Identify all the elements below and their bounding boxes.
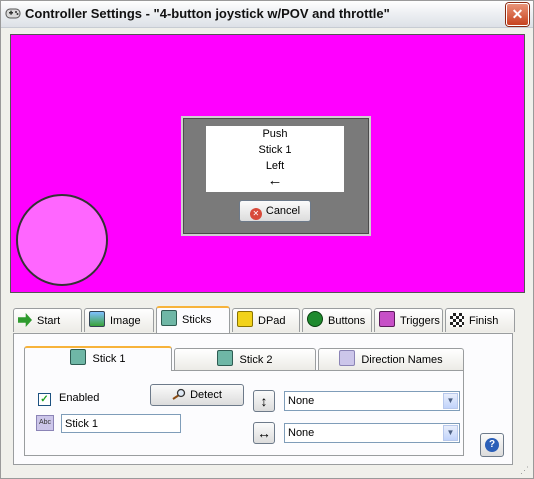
subtab-direction-names[interactable]: Direction Names	[318, 348, 464, 370]
vertical-axis-select[interactable]: None ▼	[284, 391, 460, 411]
detect-prompt: Push Stick 1 Left ←	[206, 126, 344, 192]
sticks-panel: Stick 1 Stick 2 Direction Names ✓ Enable…	[13, 333, 513, 465]
tab-finish-label: Finish	[469, 315, 499, 327]
joystick-icon	[70, 349, 87, 365]
controller-settings-window: Controller Settings - "4-button joystick…	[0, 0, 534, 479]
horizontal-axis-select[interactable]: None ▼	[284, 423, 460, 443]
button-icon	[307, 311, 323, 327]
tab-image[interactable]: Image	[84, 308, 154, 332]
subtab-stick-2-label: Stick 2	[239, 354, 273, 366]
dpad-icon	[237, 311, 253, 327]
horizontal-axis-value: None	[288, 427, 315, 439]
stick-indicator-circle	[16, 194, 108, 286]
abc-icon: Abc	[36, 415, 54, 431]
cancel-button[interactable]: ✕ Cancel	[239, 200, 311, 222]
prompt-line-stick: Stick 1	[258, 144, 292, 156]
cancel-icon: ✕	[249, 208, 262, 220]
resize-grip-icon[interactable]: ⋰	[520, 465, 530, 475]
subtab-stick-2[interactable]: Stick 2	[174, 348, 316, 370]
chevron-down-icon[interactable]: ▼	[443, 425, 458, 441]
magnifier-icon	[172, 388, 186, 400]
enabled-label: Enabled	[59, 392, 100, 404]
tab-sticks-label: Sticks	[182, 314, 212, 326]
controller-preview-canvas[interactable]: Push Stick 1 Left ← ✕ Cancel	[10, 34, 525, 293]
title-bar: Controller Settings - "4-button joystick…	[1, 1, 533, 28]
tab-image-label: Image	[110, 315, 141, 327]
detect-prompt-dialog: Push Stick 1 Left ← ✕ Cancel	[181, 116, 371, 236]
stick-1-settings: ✓ Enabled Detect Abc ↕ None ▼ ↔ None ▼	[24, 370, 464, 456]
help-icon: ?	[485, 438, 499, 452]
abc-icon	[339, 350, 356, 366]
tab-start-label: Start	[37, 315, 61, 327]
window-title: Controller Settings - "4-button joystick…	[25, 6, 390, 21]
tab-buttons[interactable]: Buttons	[302, 308, 372, 332]
tab-triggers[interactable]: Triggers	[374, 308, 443, 332]
horizontal-axis-icon[interactable]: ↔	[253, 422, 275, 444]
cancel-label: Cancel	[265, 205, 301, 217]
close-button[interactable]: ✕	[506, 3, 529, 26]
chevron-down-icon[interactable]: ▼	[443, 393, 458, 409]
enabled-checkbox[interactable]: ✓	[38, 393, 51, 406]
arrow-right-icon	[18, 313, 32, 327]
tab-start[interactable]: Start	[13, 308, 82, 332]
joystick-icon	[161, 310, 177, 326]
subtab-stick-1-label: Stick 1	[92, 353, 126, 365]
detect-label: Detect	[190, 389, 222, 401]
tab-buttons-label: Buttons	[328, 315, 366, 327]
stick-name-input[interactable]	[61, 414, 181, 433]
gamepad-icon	[5, 8, 21, 19]
tab-dpad[interactable]: DPad	[232, 308, 300, 332]
prompt-line-action: Push	[262, 128, 288, 140]
help-button[interactable]: ?	[480, 433, 504, 457]
joystick-icon	[217, 350, 234, 366]
left-arrow-icon: ←	[267, 172, 283, 189]
vertical-axis-icon[interactable]: ↕	[253, 390, 275, 412]
tab-dpad-label: DPad	[258, 315, 286, 327]
subtab-stick-1[interactable]: Stick 1	[24, 346, 172, 371]
checkered-flag-icon	[450, 313, 464, 327]
vertical-axis-value: None	[288, 395, 315, 407]
tab-sticks[interactable]: Sticks	[156, 306, 230, 333]
tab-finish[interactable]: Finish	[445, 308, 515, 332]
subtab-direction-names-label: Direction Names	[361, 354, 443, 366]
detect-button[interactable]: Detect	[150, 384, 244, 406]
tab-triggers-label: Triggers	[400, 315, 440, 327]
trigger-icon	[379, 311, 395, 327]
image-icon	[89, 311, 105, 327]
